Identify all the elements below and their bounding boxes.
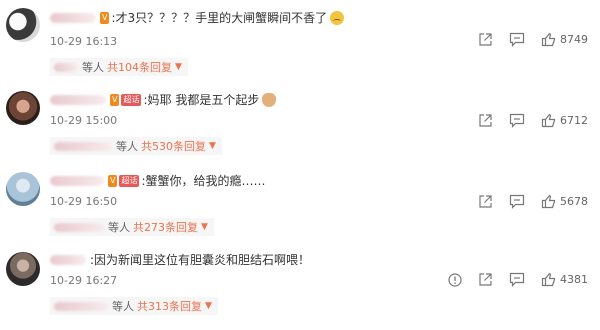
vip-badge: V — [108, 175, 118, 187]
username-redacted[interactable] — [50, 255, 86, 265]
like-count: 6712 — [560, 114, 588, 127]
share-icon — [479, 195, 492, 208]
comment-icon — [509, 113, 525, 128]
thumbs-up-icon — [541, 32, 556, 47]
sad-face-emoji — [330, 11, 345, 25]
share-button[interactable] — [478, 272, 493, 287]
like-count: 5678 — [560, 195, 588, 208]
comment-text: 因为新闻里这位有胆囊炎和胆结石啊喂！ — [94, 253, 311, 267]
chevron-down-icon: ▼ — [209, 141, 216, 151]
share-icon — [479, 33, 492, 46]
comment-time: 10-29 16:50 — [50, 195, 118, 208]
comment-time: 10-29 15:00 — [50, 114, 118, 127]
comment-button[interactable] — [509, 194, 525, 209]
like-count: 8749 — [560, 33, 588, 46]
replier-redacted — [54, 222, 104, 232]
comment-icon — [509, 32, 525, 47]
avatar[interactable] — [6, 172, 40, 206]
username-redacted[interactable] — [50, 176, 104, 186]
chevron-down-icon: ▼ — [175, 62, 182, 72]
share-icon — [479, 273, 492, 286]
like-button[interactable]: 6712 — [541, 113, 588, 128]
reply-count: 共313条回复 — [137, 300, 202, 313]
level-badge: 超话 — [121, 94, 142, 106]
report-button[interactable] — [448, 272, 462, 287]
replier-redacted — [54, 301, 108, 311]
chevron-down-icon: ▼ — [201, 222, 208, 232]
comment-text: 蟹蟹你，给我的瘾…… — [145, 174, 266, 188]
comment-button[interactable] — [509, 272, 525, 287]
level-badge: 超话 — [119, 175, 140, 187]
comment-icon — [509, 194, 525, 209]
share-button[interactable] — [478, 194, 493, 209]
replier-redacted — [54, 141, 112, 151]
share-button[interactable] — [478, 113, 493, 128]
username-redacted[interactable] — [50, 13, 96, 23]
replies-link[interactable]: 等人 共273条回复 ▼ — [50, 218, 214, 236]
vip-badge: V — [100, 12, 110, 24]
username-redacted[interactable] — [50, 95, 106, 105]
thumbs-up-icon — [541, 194, 556, 209]
comment-time: 10-29 16:13 — [50, 35, 118, 48]
chevron-down-icon: ▼ — [205, 301, 212, 311]
comment-text: 妈耶 我都是五个起步 — [147, 93, 260, 107]
share-button[interactable] — [478, 32, 493, 47]
comment-button[interactable] — [509, 32, 525, 47]
reply-count: 共273条回复 — [133, 221, 198, 234]
like-button[interactable]: 5678 — [541, 194, 588, 209]
avatar[interactable] — [6, 91, 40, 125]
reply-count: 共530条回复 — [141, 140, 206, 153]
thumbs-up-icon — [541, 272, 556, 287]
like-count: 4381 — [560, 273, 588, 286]
thumbs-up-icon — [541, 113, 556, 128]
avatar[interactable] — [6, 252, 40, 286]
like-button[interactable]: 8749 — [541, 32, 588, 47]
comment-icon — [509, 272, 525, 287]
cat-emoji — [262, 93, 277, 107]
comment-button[interactable] — [509, 113, 525, 128]
replies-link[interactable]: 等人 共530条回复 ▼ — [50, 137, 222, 155]
replies-link[interactable]: 等人 共313条回复 ▼ — [50, 297, 218, 315]
comment-time: 10-29 16:27 — [50, 274, 118, 287]
replies-link[interactable]: 等人 共104条回复 ▼ — [50, 58, 188, 76]
share-icon — [479, 114, 492, 127]
comment-text: 才3只？？？？手里的大闸蟹瞬间不香了 — [115, 11, 328, 25]
like-button[interactable]: 4381 — [541, 272, 588, 287]
report-icon — [448, 272, 462, 287]
vip-badge: V — [110, 94, 120, 106]
avatar[interactable] — [6, 8, 40, 42]
replier-redacted — [54, 62, 78, 72]
reply-count: 共104条回复 — [107, 61, 172, 74]
